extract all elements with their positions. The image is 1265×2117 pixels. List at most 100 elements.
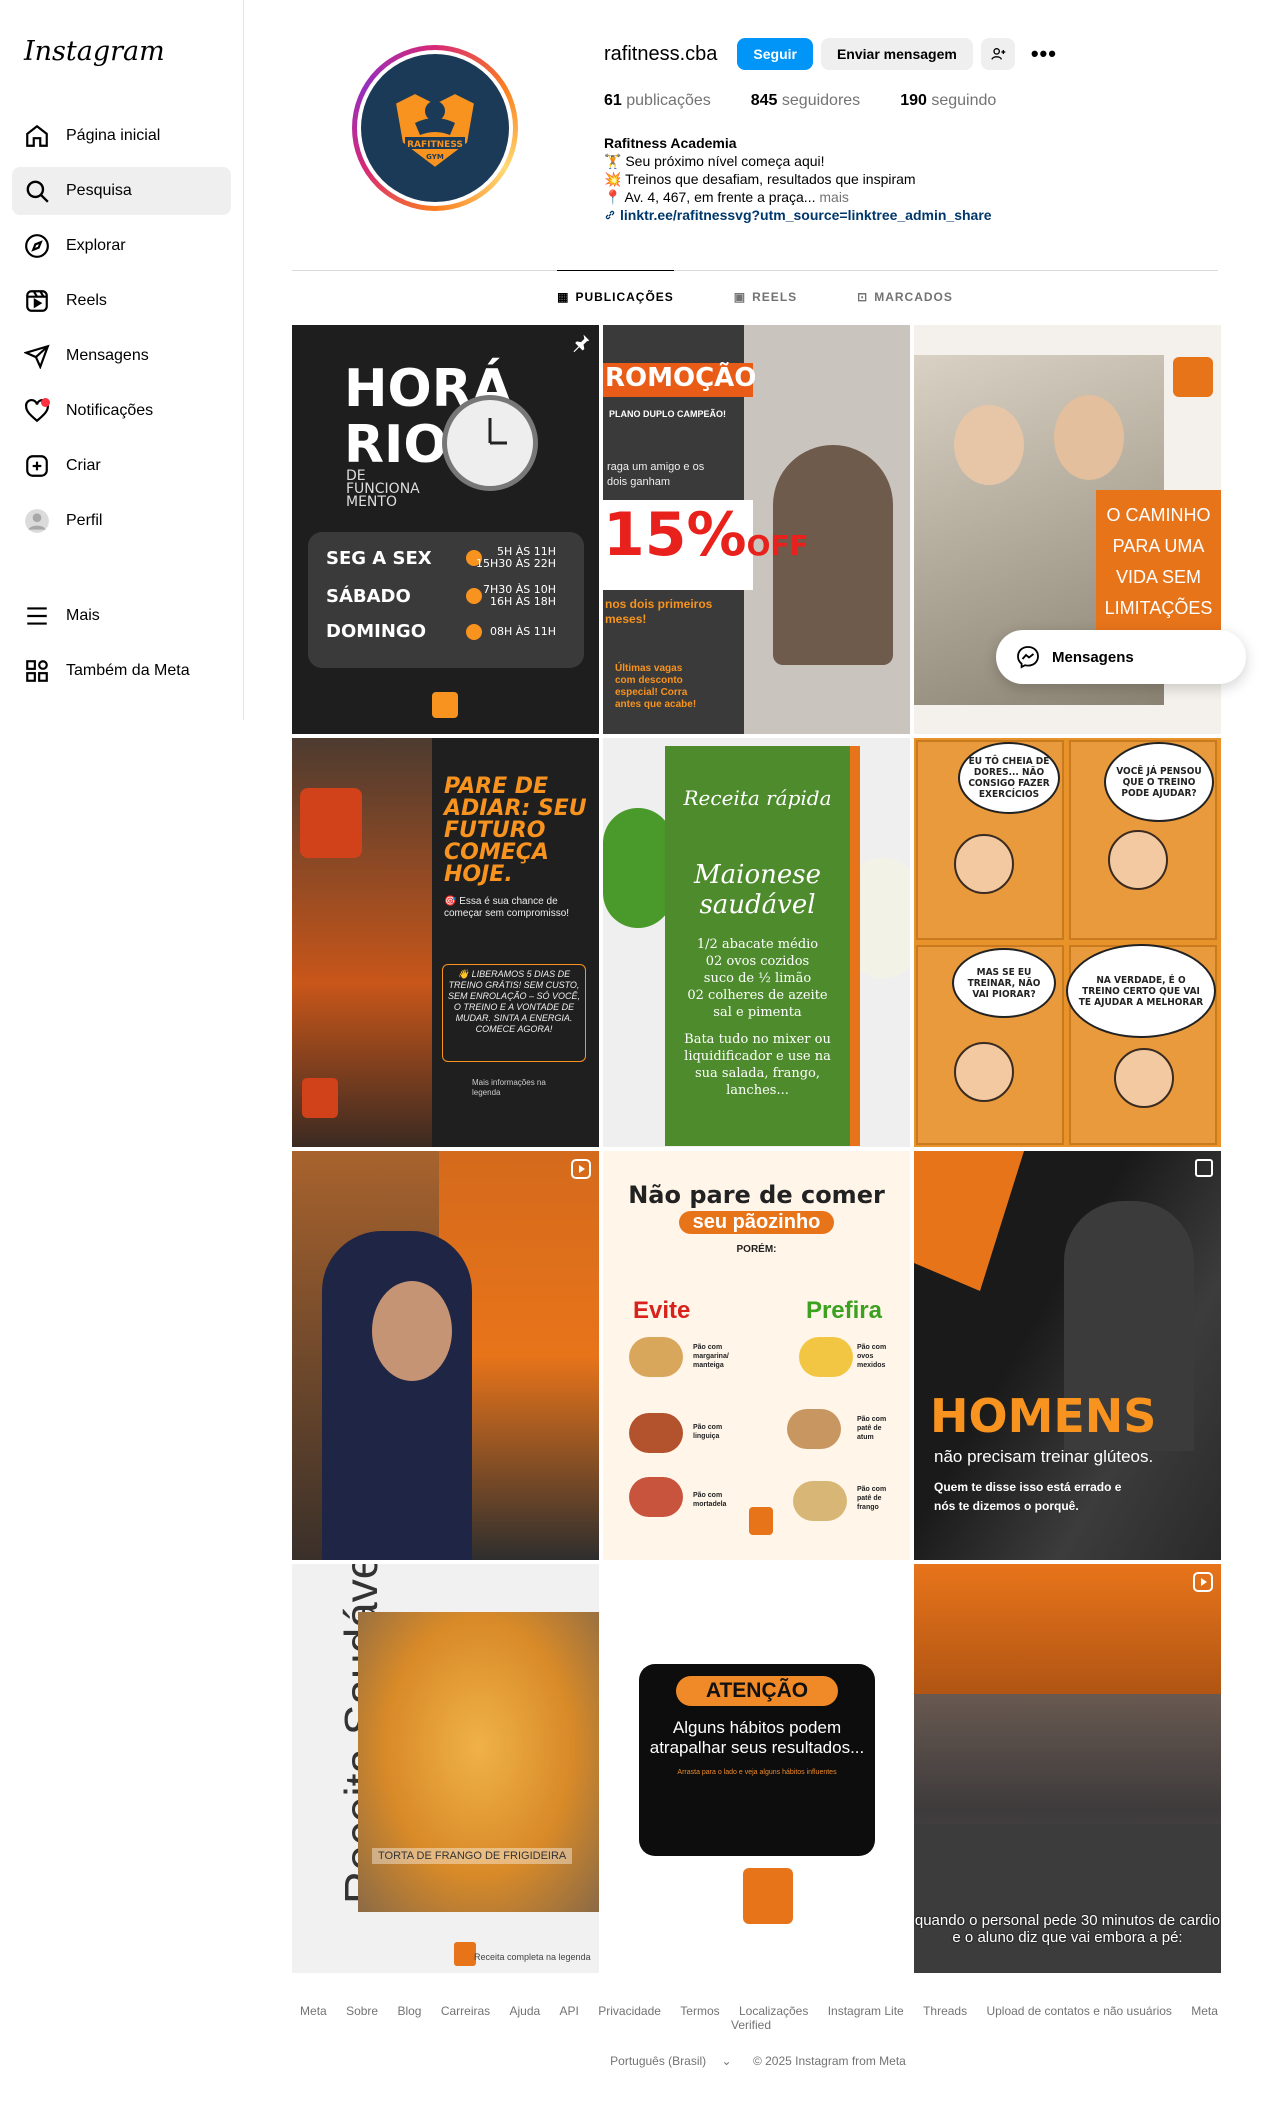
footer-links: Meta Sobre Blog Carreiras Ajuda API Priv… [292,2004,1218,2032]
link-icon [605,210,615,220]
footer-link[interactable]: Instagram Lite [828,2004,904,2018]
post-caption: quando o personal pede 30 minutos de car… [914,1912,1221,1946]
post-reel-gym[interactable]: quando o personal pede 30 minutos de car… [914,1564,1221,1973]
schedule-day: SÁBADO [326,586,411,607]
profile-bio: Rafitness Academia 🏋️ Seu próximo nível … [604,134,1204,224]
bio-more-link[interactable]: mais [819,189,849,205]
sidebar-item-home[interactable]: Página inicial [12,112,231,160]
sidebar-item-label: Reels [66,292,107,309]
sidebar-item-messages[interactable]: Mensagens [12,332,231,380]
footer-link[interactable]: Termos [680,2004,719,2018]
story-ring[interactable]: RAFITNESS GYM [352,45,518,211]
post-men-glutes[interactable]: HOMENS não precisam treinar glúteos. Que… [914,1151,1221,1560]
sidebar-item-create[interactable]: Criar [12,442,231,490]
sidebar-item-label: Mensagens [66,347,149,364]
profile-main: RAFITNESS GYM rafitness.cba Seguir Envia… [292,0,1221,2068]
footer-link[interactable]: Localizações [739,2004,808,2018]
promo-text: Últimas vagas com desconto especial! Cor… [615,663,697,710]
following-stat[interactable]: 190 seguindo [900,92,996,110]
promo-discount: 15%OFF [603,500,809,590]
arrow-icon [466,588,482,604]
bio-line: 🏋️ Seu próximo nível começa aqui! [604,153,825,169]
gym-logo [300,788,362,858]
food-label: Pão com linguiça [693,1424,723,1440]
recipe-label: Receita rápida [683,786,832,810]
profile-tabs: ▦ PUBLICAÇÕES ▣ REELS ⊡ MARCADOS [292,270,1218,324]
profile-avatar: RAFITNESS GYM [361,54,509,202]
sidebar-item-notifications[interactable]: Notificações [12,387,231,435]
footer-link[interactable]: Upload de contatos e não usuários [986,2004,1171,2018]
bio-line: 💥 Treinos que desafiam, resultados que i… [604,171,916,187]
tab-posts[interactable]: ▦ PUBLICAÇÕES [557,270,674,322]
messages-floating-button[interactable]: Mensagens [996,630,1246,684]
sidebar-item-also-from-meta[interactable]: Também da Meta [12,647,231,695]
notification-dot [41,398,50,407]
attention-card: ATENÇÃO Alguns hábitos podem atrapalhar … [639,1664,875,1856]
reel-icon [1193,1572,1213,1592]
footer-link[interactable]: Sobre [346,2004,378,2018]
post-highlight: seu pãozinho [678,1211,835,1234]
post-recipe-mayo[interactable]: Receita rápida Maionese saudável 1/2 aba… [603,738,910,1147]
attention-label: ATENÇÃO [675,1676,839,1706]
post-schedule[interactable]: HORÁ RIO DE FUNCIONA MENTO SEG A SEX 5H … [292,325,599,734]
pin-icon [573,334,590,353]
offer-box: 👋 LIBERAMOS 5 DIAS DE TREINO GRÁTIS! SEM… [442,964,586,1062]
search-icon [24,178,50,204]
svg-text:GYM: GYM [426,153,444,161]
character-man [1114,1048,1174,1108]
post-text: Alguns hábitos podem atrapalhar seus res… [649,1718,865,1757]
carousel-icon [1195,1159,1213,1177]
post-chicken-pie[interactable]: Receita Saudável TORTA DE FRANGO DE FRIG… [292,1564,599,1973]
language-select[interactable]: Português (Brasil) ⌄ [604,2054,737,2068]
page-footer: Meta Sobre Blog Carreiras Ajuda API Priv… [292,2004,1218,2068]
speech-bubble: MAS SE EU TREINAR, NÃO VAI PIORAR? [952,948,1056,1018]
copyright: © 2025 Instagram from Meta [752,2054,906,2068]
post-bread-tips[interactable]: Não pare de comer seu pãozinho PORÉM: Ev… [603,1151,910,1560]
tab-tagged[interactable]: ⊡ MARCADOS [857,270,953,322]
promo-subtitle: PLANO DUPLO CAMPEÃO! [609,409,726,419]
posts-grid: HORÁ RIO DE FUNCIONA MENTO SEG A SEX 5H … [292,325,1221,1973]
followers-stat[interactable]: 845 seguidores [751,92,860,110]
sidebar-item-reels[interactable]: Reels [12,277,231,325]
suggest-users-button[interactable] [980,38,1015,70]
footer-link[interactable]: Ajuda [510,2004,541,2018]
post-headline: Não pare de comer [628,1181,885,1209]
bio-external-link[interactable]: linktr.ee/rafitnessvg?utm_source=linktre… [604,206,1204,224]
post-promotion[interactable]: ROMOÇÃO PLANO DUPLO CAMPEÃO! raga um ami… [603,325,910,734]
gym-floor [914,1824,1221,1973]
promo-text: raga um amigo e os dois ganham [607,461,705,488]
sidebar-item-search[interactable]: Pesquisa [12,167,231,215]
gym-crest-logo: RAFITNESS GYM [393,91,477,170]
footer-link[interactable]: API [560,2004,579,2018]
footer-link[interactable]: Threads [923,2004,967,2018]
promo-banner: ROMOÇÃO [603,363,756,397]
footer-link[interactable]: Privacidade [598,2004,661,2018]
grid-icon: ▦ [557,289,570,304]
send-message-button[interactable]: Enviar mensagem [820,38,973,70]
sidebar-item-more[interactable]: Mais [12,592,231,640]
sidebar-item-label: Pesquisa [66,182,132,199]
post-free-trial[interactable]: PARE DE ADIAR: SEU FUTURO COMEÇA HOJE. 🎯… [292,738,599,1147]
post-comic[interactable]: EU TÔ CHEIA DE DORES... NÃO CONSIGO FAZE… [914,738,1221,1147]
post-reel-training[interactable] [292,1151,599,1560]
tagged-icon: ⊡ [857,289,869,304]
schedule-hours: 7H30 ÀS 10H 16H ÀS 18H [482,583,556,608]
sidebar-item-explore[interactable]: Explorar [12,222,231,270]
follow-button[interactable]: Seguir [737,38,813,70]
tab-reels[interactable]: ▣ REELS [734,270,797,322]
messages-floating-label: Mensagens [1052,648,1134,666]
footer-link[interactable]: Meta [300,2004,327,2018]
chevron-down-icon: ⌄ [721,2054,732,2068]
sidebar-item-profile[interactable]: Perfil [12,497,231,545]
schedule-box: SEG A SEX 5H ÀS 11H 15H30 ÀS 22H SÁBADO … [308,532,584,668]
footer-link[interactable]: Carreiras [441,2004,490,2018]
post-attention[interactable]: ATENÇÃO Alguns hábitos podem atrapalhar … [603,1564,910,1973]
more-options-button[interactable]: ••• [1031,41,1057,67]
instagram-logo[interactable]: Instagram [24,36,231,72]
footer-link[interactable]: Blog [397,2004,421,2018]
sidebar: Instagram Página inicial Pesquisa Explor… [0,0,244,720]
divider [850,746,860,1146]
messenger-icon [1017,646,1039,669]
post-footnote: Mais informações na legenda [472,1078,546,1097]
gym-logo [302,1078,338,1118]
